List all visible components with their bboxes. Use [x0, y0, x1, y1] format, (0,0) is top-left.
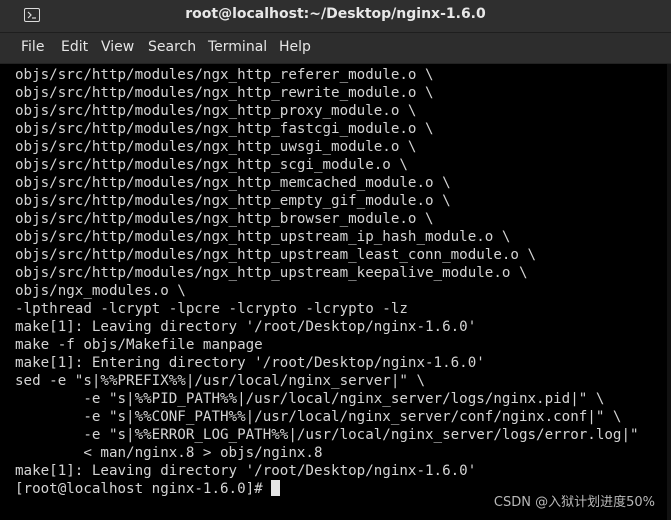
watermark: CSDN @入狱计划进度50%: [493, 495, 655, 510]
terminal-line: -e "s|%%ERROR_LOG_PATH%%|/usr/local/ngin…: [15, 427, 639, 443]
terminal-line: < man/nginx.8 > objs/nginx.8: [15, 445, 323, 461]
menu-view[interactable]: View: [101, 39, 134, 55]
text-cursor: [270, 480, 280, 496]
terminal-output[interactable]: objs/src/http/modules/ngx_http_referer_m…: [0, 64, 671, 520]
terminal-line: objs/ngx_modules.o \: [15, 283, 186, 299]
terminal-line: objs/src/http/modules/ngx_http_empty_gif…: [15, 193, 451, 209]
terminal-line: objs/src/http/modules/ngx_http_proxy_mod…: [15, 103, 417, 119]
terminal-line: objs/src/http/modules/ngx_http_referer_m…: [15, 67, 434, 83]
terminal-text: objs/src/http/modules/ngx_http_referer_m…: [15, 66, 639, 498]
terminal-line: make[1]: Leaving directory '/root/Deskto…: [15, 319, 477, 335]
terminal-line: objs/src/http/modules/ngx_http_upstream_…: [15, 229, 511, 245]
terminal-line: objs/src/http/modules/ngx_http_scgi_modu…: [15, 157, 408, 173]
terminal-scrollbar[interactable]: [667, 64, 671, 520]
terminal-line: -e "s|%%PID_PATH%%|/usr/local/nginx_serv…: [15, 391, 605, 407]
window-title: root@localhost:~/Desktop/nginx-1.6.0: [185, 6, 486, 22]
terminal-line: objs/src/http/modules/ngx_http_memcached…: [15, 175, 451, 191]
menu-bar: File Edit View Search Terminal Help: [0, 33, 671, 64]
title-bar[interactable]: root@localhost:~/Desktop/nginx-1.6.0: [0, 0, 671, 33]
menu-edit[interactable]: Edit: [61, 39, 88, 55]
terminal-line: objs/src/http/modules/ngx_http_rewrite_m…: [15, 85, 434, 101]
terminal-line: -e "s|%%CONF_PATH%%|/usr/local/nginx_ser…: [15, 409, 622, 425]
terminal-window: root@localhost:~/Desktop/nginx-1.6.0 Fil…: [0, 0, 671, 520]
shell-prompt: [root@localhost nginx-1.6.0]#: [15, 481, 263, 497]
menu-file[interactable]: File: [21, 39, 44, 55]
terminal-line: make[1]: Entering directory '/root/Deskt…: [15, 355, 485, 371]
terminal-line: objs/src/http/modules/ngx_http_fastcgi_m…: [15, 121, 434, 137]
terminal-line: objs/src/http/modules/ngx_http_upstream_…: [15, 247, 537, 263]
terminal-line: objs/src/http/modules/ngx_http_browser_m…: [15, 211, 434, 227]
terminal-line: objs/src/http/modules/ngx_http_uwsgi_mod…: [15, 139, 417, 155]
menu-search[interactable]: Search: [148, 39, 196, 55]
terminal-line: sed -e "s|%%PREFIX%%|/usr/local/nginx_se…: [15, 373, 425, 389]
terminal-line: objs/src/http/modules/ngx_http_upstream_…: [15, 265, 528, 281]
menu-help[interactable]: Help: [279, 39, 311, 55]
menu-terminal[interactable]: Terminal: [208, 39, 267, 55]
terminal-line: make[1]: Leaving directory '/root/Deskto…: [15, 463, 477, 479]
terminal-line: make -f objs/Makefile manpage: [15, 337, 263, 353]
terminal-line: -lpthread -lcrypt -lpcre -lcrypto -lcryp…: [15, 301, 408, 317]
